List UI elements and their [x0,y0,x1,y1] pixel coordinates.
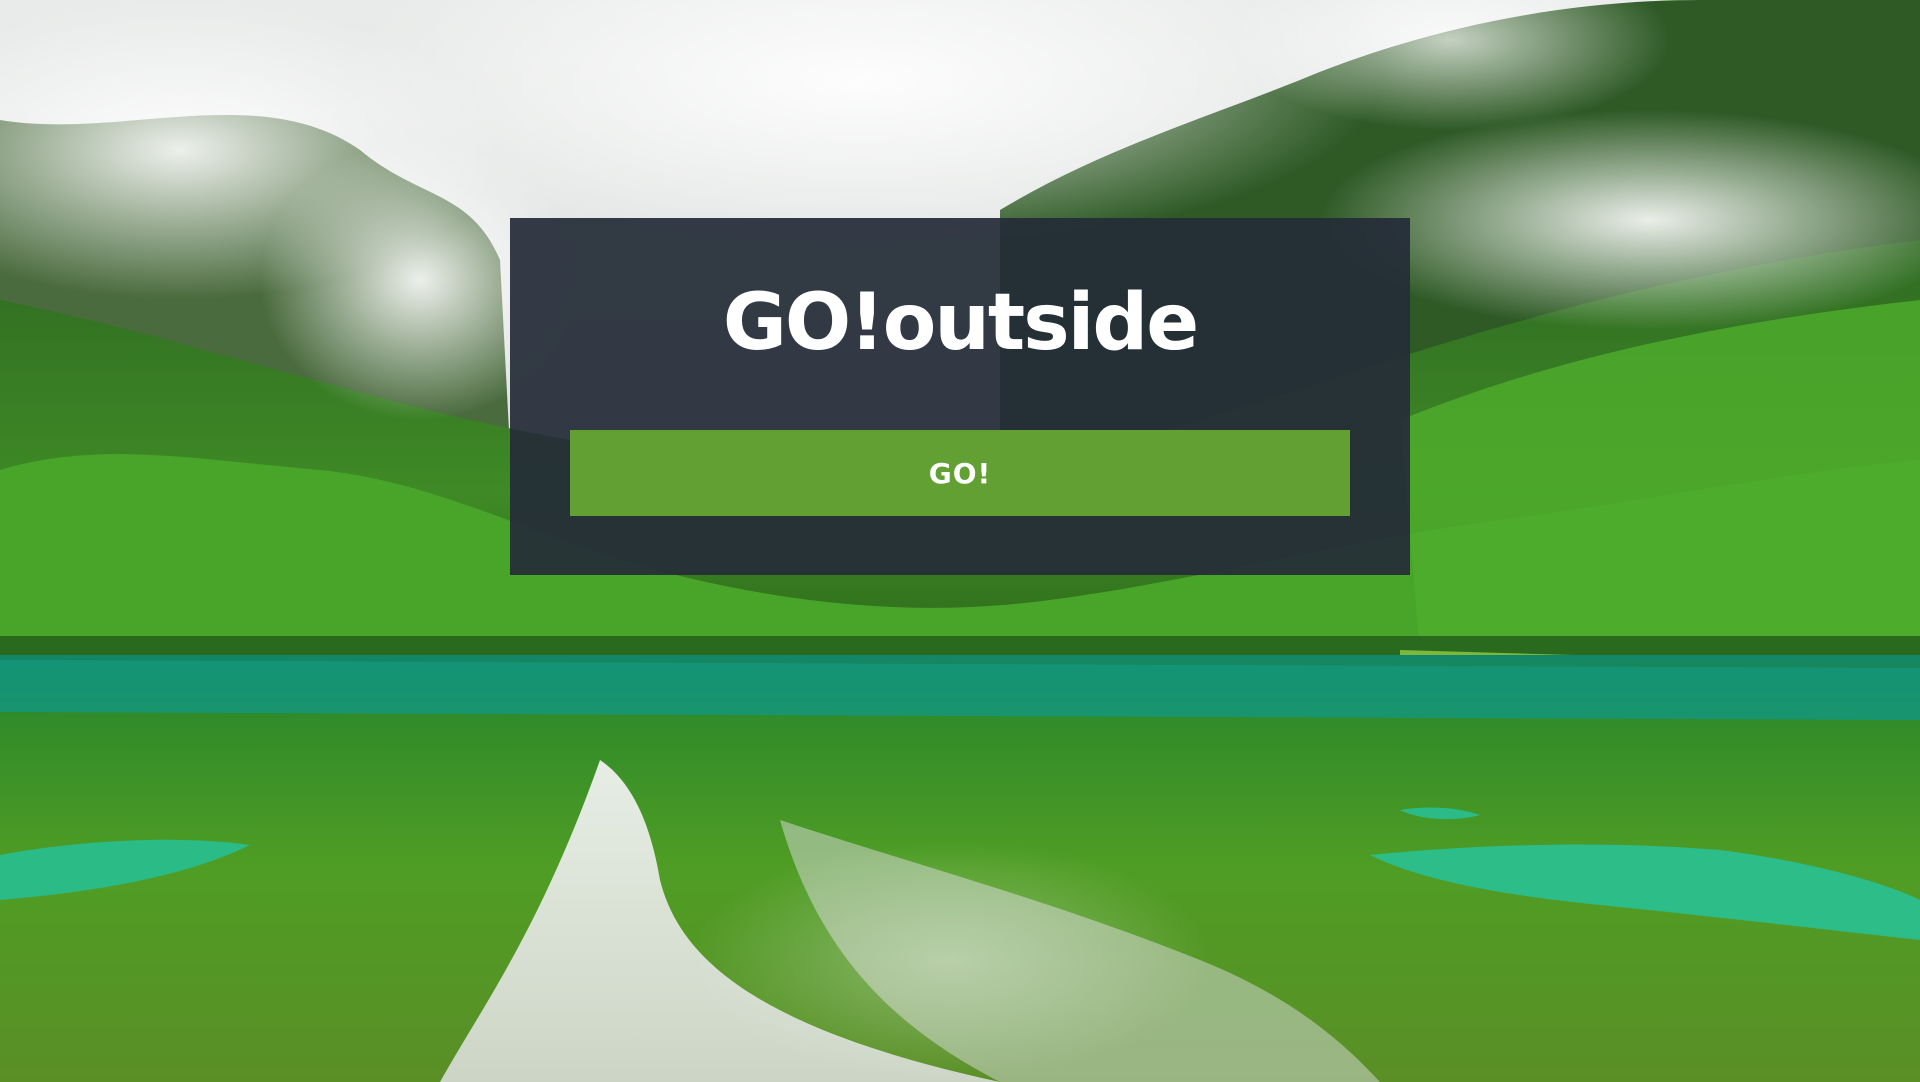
landing-page: GO!outside GO! [0,0,1920,1082]
go-button[interactable]: GO! [570,430,1350,516]
app-title: GO!outside [722,278,1199,368]
hero-card: GO!outside GO! [510,218,1410,575]
